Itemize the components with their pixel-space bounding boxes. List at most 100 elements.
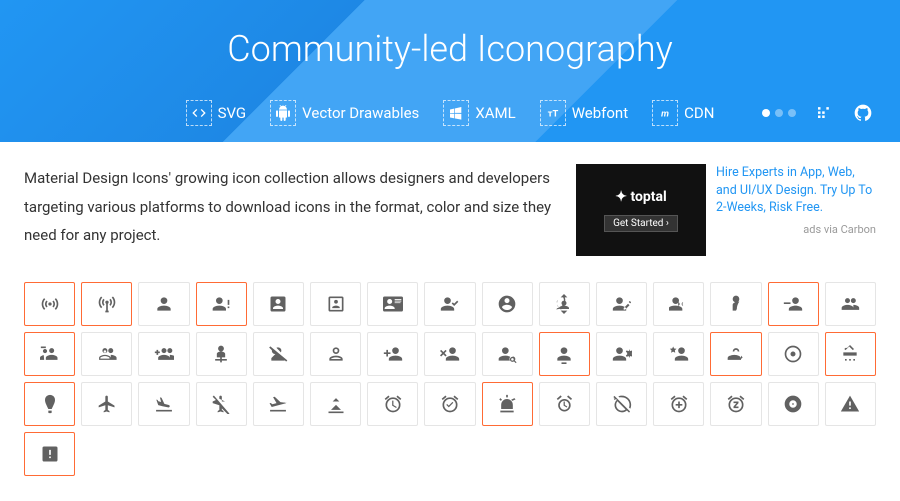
github-link-icon[interactable] bbox=[850, 100, 876, 126]
format-label: Vector Drawables bbox=[302, 104, 419, 122]
icon-alarm-light[interactable] bbox=[482, 382, 533, 426]
icon-alarm-check[interactable] bbox=[424, 382, 475, 426]
icon-alarm-plus[interactable] bbox=[653, 382, 704, 426]
alert-box-icon bbox=[40, 444, 60, 464]
icon-adjust[interactable] bbox=[768, 332, 819, 376]
account-remove-icon bbox=[440, 344, 460, 364]
album-icon bbox=[783, 394, 803, 414]
icon-account-remove[interactable] bbox=[424, 332, 475, 376]
format-cdn[interactable]: m CDN bbox=[652, 100, 714, 126]
ad-title[interactable]: Hire Experts in App, Web, and UI/UX Desi… bbox=[716, 164, 876, 217]
carbon-ad[interactable]: ✦ toptal Get Started › Hire Experts in A… bbox=[576, 164, 876, 256]
icon-account-edit[interactable] bbox=[596, 282, 647, 326]
ad-logo: ✦ toptal bbox=[615, 189, 666, 205]
ad-attribution[interactable]: ads via Carbon bbox=[716, 223, 876, 236]
icon-account-convert[interactable] bbox=[539, 282, 590, 326]
icon-account-settings-variant[interactable] bbox=[596, 332, 647, 376]
account-minus-icon bbox=[783, 294, 803, 314]
icon-account-card[interactable] bbox=[367, 282, 418, 326]
dot-1[interactable] bbox=[762, 109, 770, 117]
icon-account-network[interactable] bbox=[196, 332, 247, 376]
code-icon bbox=[186, 100, 212, 126]
icon-account-multiple[interactable] bbox=[825, 282, 876, 326]
icon-account-circle[interactable] bbox=[482, 282, 533, 326]
icon-account-off[interactable] bbox=[253, 332, 304, 376]
account-settings-variant-icon bbox=[612, 344, 632, 364]
alarm-multiple-icon bbox=[554, 394, 574, 414]
format-vector-drawables[interactable]: Vector Drawables bbox=[270, 100, 419, 126]
alert-icon bbox=[840, 394, 860, 414]
icon-airplane-landing[interactable] bbox=[138, 382, 189, 426]
icon-airplane[interactable] bbox=[81, 382, 132, 426]
account-multiple-outline-icon bbox=[97, 344, 117, 364]
icon-account-box-outline[interactable] bbox=[310, 282, 361, 326]
icon-air-conditioner[interactable] bbox=[825, 332, 876, 376]
icon-account-alert[interactable] bbox=[196, 282, 247, 326]
hero-right-controls bbox=[762, 100, 876, 126]
icon-account-minus[interactable] bbox=[768, 282, 819, 326]
icon-access-point[interactable] bbox=[24, 282, 75, 326]
android-icon bbox=[270, 100, 296, 126]
format-webfont[interactable]: тT Webfont bbox=[540, 100, 628, 126]
ad-image[interactable]: ✦ toptal Get Started › bbox=[576, 164, 706, 256]
icon-alert[interactable] bbox=[825, 382, 876, 426]
icon-account-star[interactable] bbox=[653, 332, 704, 376]
icon-account-check[interactable] bbox=[424, 282, 475, 326]
format-label: Webfont bbox=[572, 104, 628, 122]
icon-account-box[interactable] bbox=[253, 282, 304, 326]
icon-airport[interactable] bbox=[310, 382, 361, 426]
ad-text: Hire Experts in App, Web, and UI/UX Desi… bbox=[716, 164, 876, 256]
icon-account[interactable] bbox=[138, 282, 189, 326]
slack-link-icon[interactable] bbox=[810, 100, 836, 126]
icon-grid bbox=[0, 272, 900, 486]
icon-account-multiple-outline[interactable] bbox=[81, 332, 132, 376]
icon-account-search[interactable] bbox=[482, 332, 533, 376]
format-xaml[interactable]: XAML bbox=[443, 100, 515, 126]
format-svg[interactable]: SVG bbox=[186, 100, 247, 126]
icon-air-balloon[interactable] bbox=[24, 382, 75, 426]
account-box-icon bbox=[268, 294, 288, 314]
airplane-off-icon bbox=[211, 394, 231, 414]
windows-icon bbox=[443, 100, 469, 126]
m-icon: m bbox=[652, 100, 678, 126]
airplane-icon bbox=[97, 394, 117, 414]
format-label: CDN bbox=[684, 104, 714, 122]
format-label: XAML bbox=[475, 104, 515, 122]
icon-account-multiple-minus[interactable] bbox=[24, 332, 75, 376]
icon-airplane-off[interactable] bbox=[196, 382, 247, 426]
icon-access-point-network[interactable] bbox=[81, 282, 132, 326]
format-label: SVG bbox=[218, 104, 247, 122]
icon-account-multiple-plus[interactable] bbox=[138, 332, 189, 376]
account-location-icon bbox=[726, 294, 746, 314]
account-icon bbox=[154, 294, 174, 314]
svg-text:m: m bbox=[661, 108, 669, 119]
access-point-icon bbox=[40, 294, 60, 314]
icon-alarm[interactable] bbox=[367, 382, 418, 426]
icon-account-key[interactable] bbox=[653, 282, 704, 326]
icon-alarm-snooze[interactable] bbox=[710, 382, 761, 426]
icon-account-settings[interactable] bbox=[539, 332, 590, 376]
account-edit-icon bbox=[612, 294, 632, 314]
icon-alert-box[interactable] bbox=[24, 432, 75, 476]
air-balloon-icon bbox=[40, 394, 60, 414]
text-icon: тT bbox=[540, 100, 566, 126]
icon-airplane-takeoff[interactable] bbox=[253, 382, 304, 426]
icon-account-outline[interactable] bbox=[310, 332, 361, 376]
account-plus-icon bbox=[383, 344, 403, 364]
carousel-dots[interactable] bbox=[762, 109, 796, 117]
dot-2[interactable] bbox=[775, 109, 783, 117]
account-circle-icon bbox=[497, 294, 517, 314]
dot-3[interactable] bbox=[788, 109, 796, 117]
icon-alarm-off[interactable] bbox=[596, 382, 647, 426]
icon-alarm-multiple[interactable] bbox=[539, 382, 590, 426]
icon-account-location[interactable] bbox=[710, 282, 761, 326]
ad-cta-button[interactable]: Get Started › bbox=[604, 215, 678, 232]
icon-account-switch[interactable] bbox=[710, 332, 761, 376]
account-search-icon bbox=[497, 344, 517, 364]
adjust-icon bbox=[783, 344, 803, 364]
icon-account-plus[interactable] bbox=[367, 332, 418, 376]
intro-section: Material Design Icons' growing icon coll… bbox=[0, 142, 900, 272]
account-outline-icon bbox=[326, 344, 346, 364]
icon-album[interactable] bbox=[768, 382, 819, 426]
account-card-icon bbox=[383, 294, 403, 314]
